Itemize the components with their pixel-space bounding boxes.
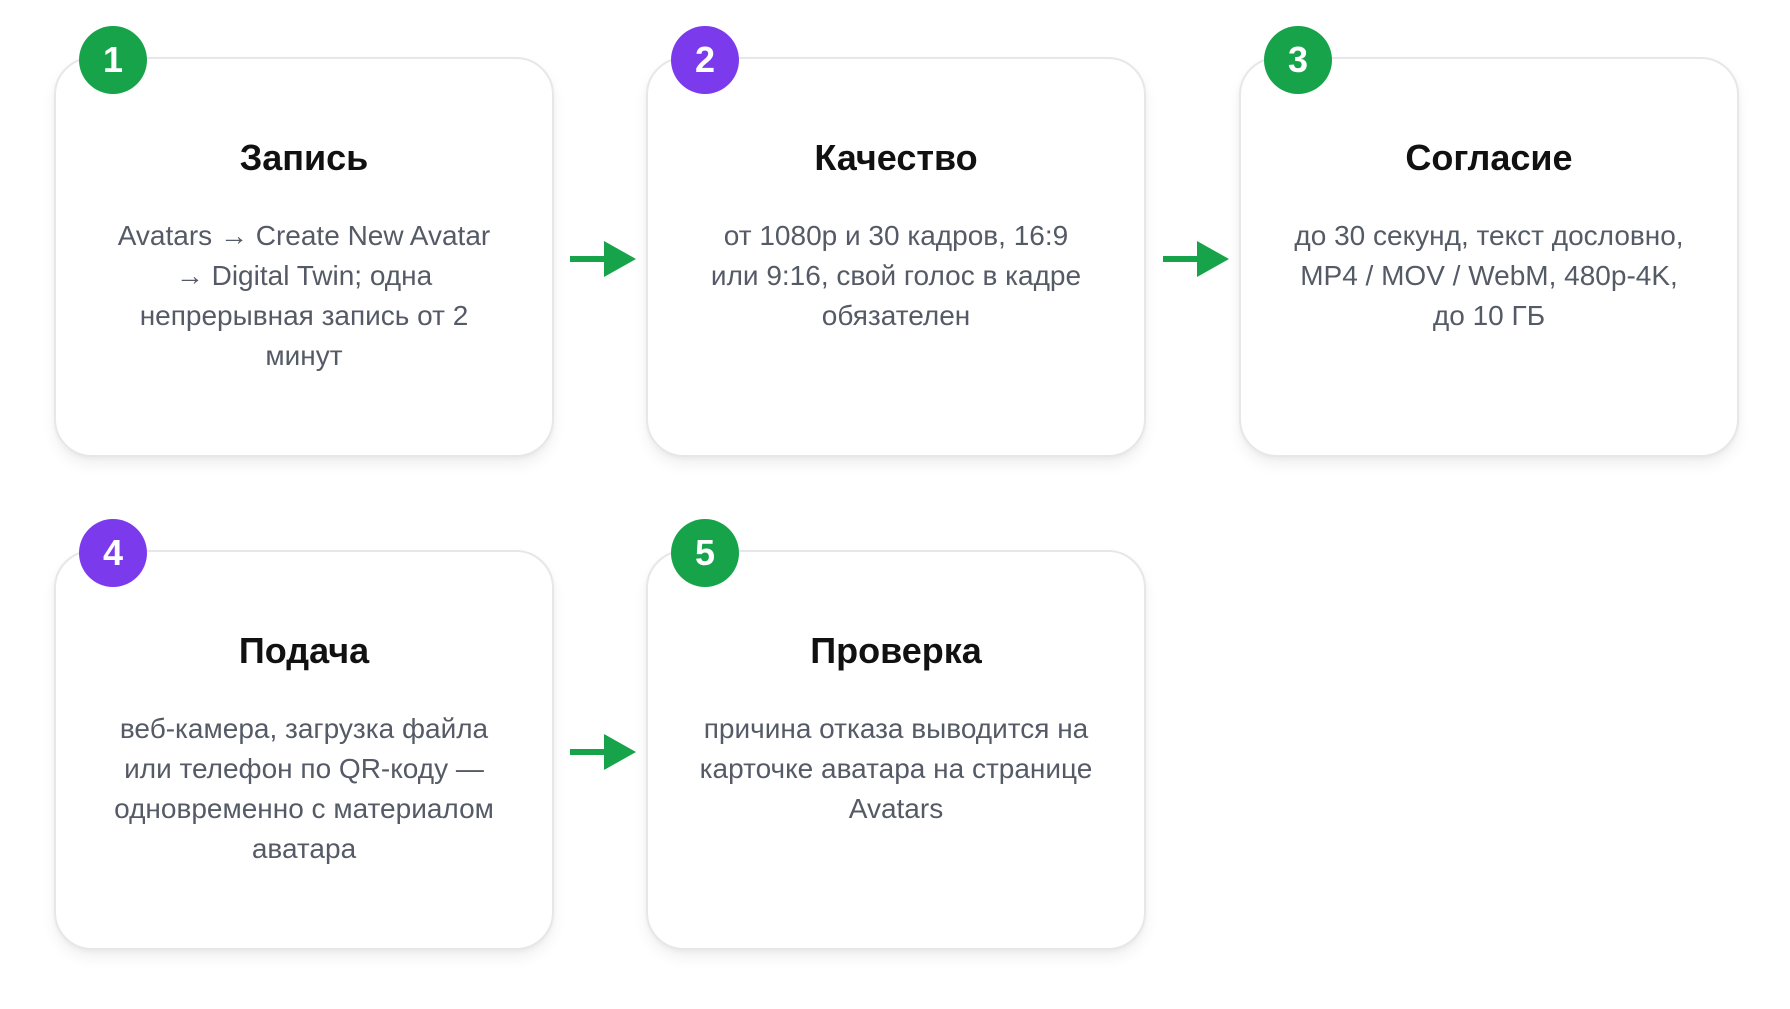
step-title: Проверка (810, 630, 982, 671)
step-card: Качество от 1080p и 30 кадров, 16:9 или … (646, 57, 1146, 457)
step-card: Запись Avatars → Create New Avatar → Dig… (54, 57, 554, 457)
step-description: до 30 секунд, текст дословно, MP4 / MOV … (1294, 220, 1684, 331)
step-number-badge: 3 (1264, 26, 1332, 94)
step-description: Avatars → Create New Avatar → Digital Tw… (117, 220, 491, 371)
step-description: причина отказа выводится на карточке ава… (699, 713, 1093, 824)
step-number-badge: 1 (79, 26, 147, 94)
step-2: 2 Качество от 1080p и 30 кадров, 16:9 ил… (646, 26, 1146, 457)
step-number-badge: 4 (79, 519, 147, 587)
step-title: Подача (238, 630, 370, 671)
step-card: Проверка причина отказа выводится на кар… (646, 550, 1146, 950)
step-title: Запись (239, 137, 369, 178)
step-card: Согласие до 30 секунд, текст дословно, M… (1239, 57, 1739, 457)
step-4: 4 Подача веб-камера, загрузка файла или … (54, 519, 554, 950)
arrow-right-icon (570, 241, 636, 277)
step-1: 1 Запись Avatars → Create New Avatar → D… (54, 26, 554, 457)
step-number-badge: 2 (671, 26, 739, 94)
step-title: Качество (814, 137, 978, 178)
step-3: 3 Согласие до 30 секунд, текст дословно,… (1239, 26, 1739, 457)
process-diagram: 1 Запись Avatars → Create New Avatar → D… (0, 0, 1790, 1009)
step-title: Согласие (1405, 137, 1573, 178)
arrow-right-icon (570, 734, 636, 770)
step-card: Подача веб-камера, загрузка файла или те… (54, 550, 554, 950)
step-description: веб-камера, загрузка файла или телефон п… (114, 713, 494, 864)
step-number-badge: 5 (671, 519, 739, 587)
step-description: от 1080p и 30 кадров, 16:9 или 9:16, сво… (710, 220, 1082, 331)
arrow-right-icon (1163, 241, 1229, 277)
step-5: 5 Проверка причина отказа выводится на к… (646, 519, 1146, 950)
